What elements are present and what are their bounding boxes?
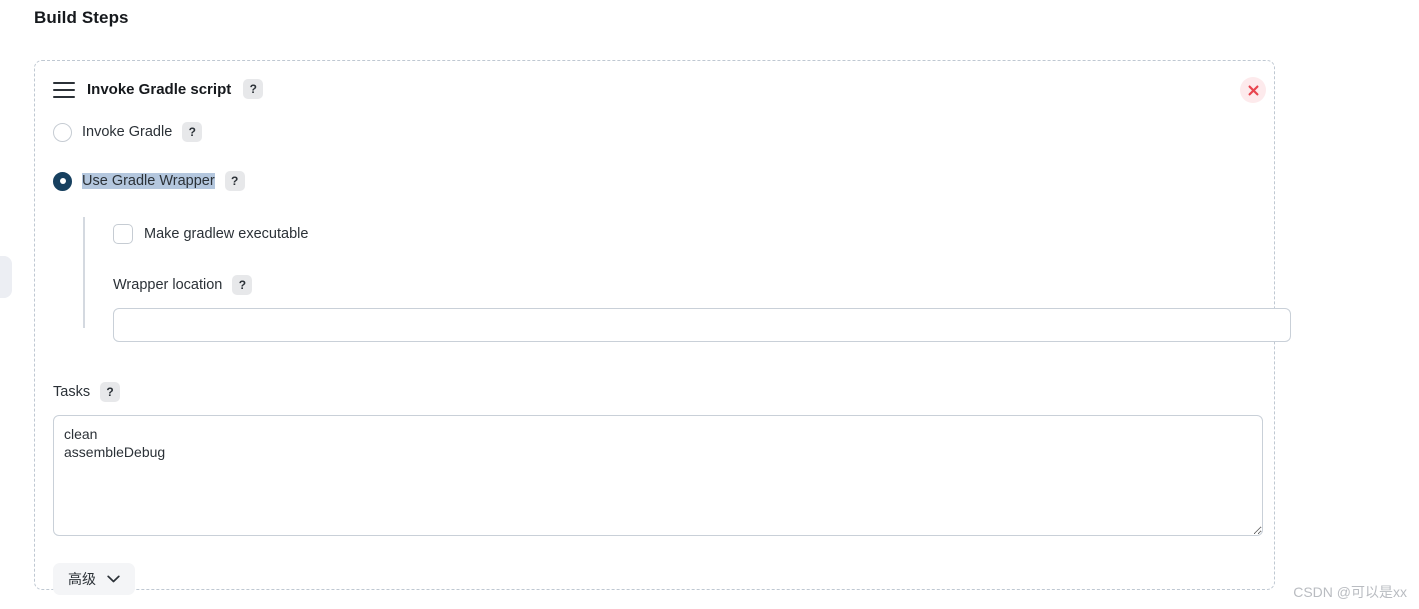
build-step-card: Invoke Gradle script ? Invoke Gradle ? U… — [34, 60, 1291, 595]
make-gradlew-executable-row[interactable]: Make gradlew executable — [113, 221, 1256, 247]
wrapper-settings-group: Make gradlew executable Wrapper location… — [83, 217, 1291, 342]
wrapper-location-help-icon[interactable]: ? — [232, 275, 253, 295]
radio-label-invoke-gradle[interactable]: Invoke Gradle — [82, 124, 172, 140]
make-gradlew-executable-label[interactable]: Make gradlew executable — [144, 226, 308, 242]
chevron-down-icon — [107, 575, 120, 583]
radio-invoke-gradle[interactable] — [53, 122, 72, 142]
page-title: Build Steps — [34, 8, 129, 27]
build-step-form: Invoke Gradle ? Use Gradle Wrapper ? Mak… — [53, 119, 1291, 595]
use-gradle-wrapper-help-icon[interactable]: ? — [224, 171, 245, 191]
tasks-group: Tasks ? — [53, 382, 1263, 536]
close-step-button[interactable] — [1240, 77, 1266, 103]
tasks-label-row: Tasks ? — [53, 382, 1256, 402]
invoke-gradle-help-icon[interactable]: ? — [182, 122, 203, 142]
advanced-button[interactable]: 高级 — [53, 563, 135, 595]
advanced-button-label: 高级 — [68, 571, 96, 587]
radio-label-use-gradle-wrapper[interactable]: Use Gradle Wrapper — [82, 173, 215, 189]
option-use-gradle-wrapper[interactable]: Use Gradle Wrapper ? — [53, 168, 1256, 194]
left-edge-tab[interactable] — [0, 256, 12, 298]
tasks-help-icon[interactable]: ? — [100, 382, 121, 402]
wrapper-location-label-row: Wrapper location ? — [113, 275, 1256, 295]
build-step-title: Invoke Gradle script — [87, 80, 232, 98]
close-x-icon — [1248, 85, 1258, 95]
wrapper-location-label: Wrapper location — [113, 277, 223, 293]
tasks-textarea[interactable] — [53, 415, 1263, 536]
tasks-label: Tasks — [53, 384, 91, 400]
watermark: CSDN @可以是xx — [1293, 584, 1407, 600]
make-gradlew-executable-checkbox[interactable] — [113, 224, 133, 244]
hamburger-drag-icon[interactable] — [53, 81, 75, 98]
step-help-icon[interactable]: ? — [243, 79, 264, 99]
option-invoke-gradle[interactable]: Invoke Gradle ? — [53, 119, 1256, 145]
radio-use-gradle-wrapper[interactable] — [53, 171, 72, 191]
build-step-header: Invoke Gradle script ? — [53, 79, 264, 99]
wrapper-location-input[interactable] — [113, 308, 1291, 342]
